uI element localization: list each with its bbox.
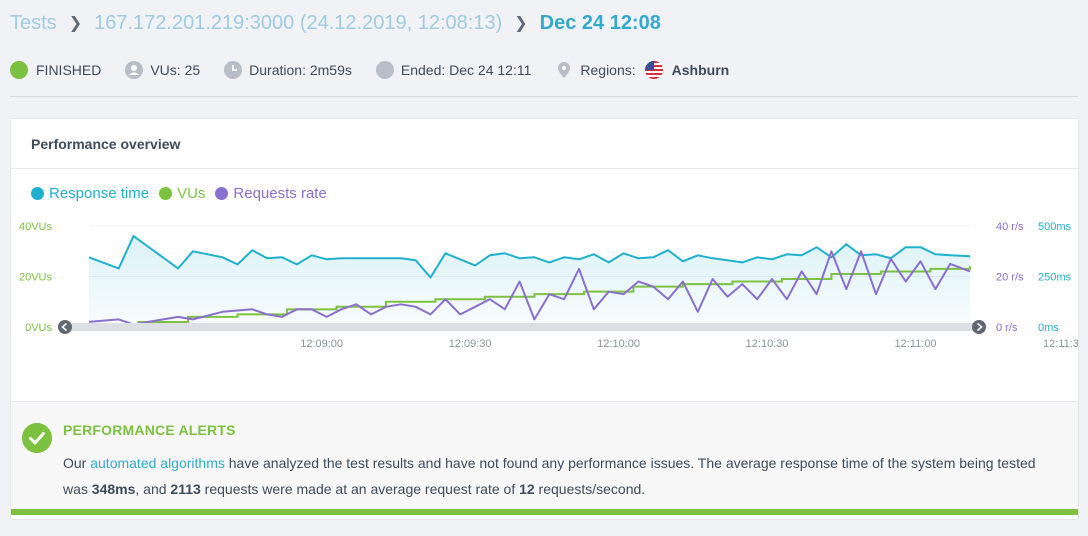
performance-chart: 0VUs 20VUs 40VUs 0 r/s 20 r/s 40 r/s 0ms 250ms 5…	[19, 221, 1079, 350]
y-tick-label-time: 250ms	[1038, 272, 1072, 284]
range-left-handle[interactable]	[58, 320, 72, 334]
us-flag-icon	[644, 61, 663, 79]
y-tick-label-time: 0ms	[1038, 322, 1059, 334]
breadcrumb-tests-link[interactable]: Tests	[10, 12, 57, 35]
status-vus: VUs: 25	[125, 61, 200, 79]
automated-algorithms-link[interactable]: automated algorithms	[90, 455, 225, 471]
status-duration-label: Duration: 2m59s	[249, 62, 352, 78]
alert-text: requests were made at an average request…	[200, 481, 520, 497]
status-state-label: FINISHED	[36, 62, 102, 78]
range-right-handle[interactable]	[972, 320, 986, 334]
status-regions-label: Regions:	[580, 62, 636, 78]
card-header: Performance overview	[11, 119, 1078, 169]
alert-body: Our automated algorithms have analyzed t…	[63, 450, 1063, 502]
requests-count-value: 2113	[170, 481, 201, 497]
chevron-right-icon: ❯	[514, 15, 528, 32]
y-tick-label-rate: 20 r/s	[996, 272, 1024, 284]
status-state: FINISHED	[10, 61, 101, 79]
alert-status-bar	[11, 509, 1078, 515]
x-tick-label: 12:11:00	[895, 338, 937, 350]
response-time-area	[89, 236, 970, 327]
status-ended-label: Ended: Dec 24 12:11	[400, 62, 532, 78]
x-tick-label: 12:09:00	[300, 338, 343, 350]
finished-status-icon	[10, 61, 28, 79]
divider	[10, 96, 1078, 97]
check-circle-icon	[22, 423, 52, 453]
avg-response-value: 348ms	[91, 481, 136, 497]
status-regions: Regions: Ashburn	[555, 60, 729, 80]
clock-icon	[224, 61, 243, 79]
chart-range-bar[interactable]	[67, 323, 984, 331]
status-vus-label: VUs: 25	[150, 62, 201, 78]
performance-alert: PERFORMANCE ALERTS Our automated algorit…	[11, 401, 1078, 515]
user-icon	[125, 61, 144, 79]
performance-overview-card: Performance overview Response time VUs R…	[10, 118, 1079, 520]
chevron-right-icon: ❯	[68, 15, 83, 32]
breadcrumb-test-link[interactable]: 167.172.201.219:3000 (24.12.2019, 12:08:…	[94, 12, 502, 35]
x-tick-label: 12:09:30	[449, 338, 492, 350]
alert-text: requests/second.	[534, 481, 646, 497]
status-ended: Ended: Dec 24 12:11	[375, 61, 532, 79]
test-status-bar: FINISHED VUs: 25 Duration: 2m59s Ended: …	[10, 58, 753, 82]
y-tick-label-rate: 0 r/s	[996, 322, 1018, 334]
card-title: Performance overview	[31, 135, 181, 152]
y-tick-label-vus: 40VUs	[19, 221, 53, 233]
request-rate-value: 12	[519, 481, 535, 497]
location-pin-icon	[558, 62, 571, 78]
y-tick-label-time: 500ms	[1038, 221, 1072, 233]
breadcrumb-current: Dec 24 12:08	[539, 11, 661, 34]
alert-title: PERFORMANCE ALERTS	[63, 422, 236, 438]
x-tick-label: 12:10:00	[597, 338, 640, 350]
breadcrumb: Tests ❯ 167.172.201.219:3000 (24.12.2019…	[10, 10, 661, 36]
y-tick-label-rate: 40 r/s	[996, 221, 1024, 233]
x-tick-label: 12:10:30	[746, 338, 789, 350]
ended-icon	[375, 61, 394, 79]
status-duration: Duration: 2m59s	[224, 61, 352, 79]
y-tick-label-vus: 0VUs	[25, 322, 52, 334]
alert-text: Our	[63, 455, 91, 471]
status-region-name: Ashburn	[671, 62, 730, 78]
alert-text: , and	[135, 481, 171, 497]
x-tick-label: 12:11:30	[1043, 338, 1079, 350]
y-tick-label-vus: 20VUs	[19, 272, 53, 284]
